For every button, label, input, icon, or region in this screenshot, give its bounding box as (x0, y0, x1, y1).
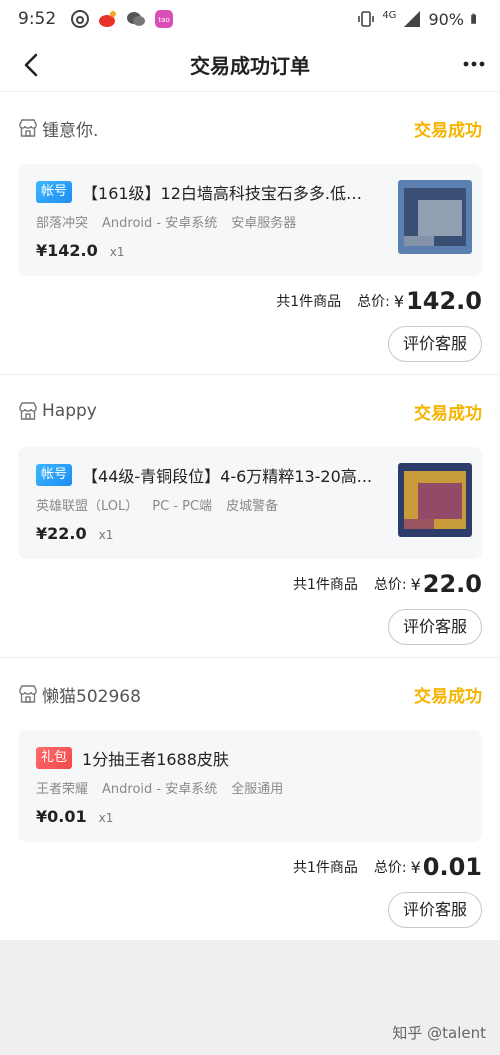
product-thumbnail[interactable] (398, 180, 472, 254)
page-title: 交易成功订单 (190, 54, 310, 78)
wechat-icon (127, 12, 146, 26)
server: 皮城警备 (226, 499, 279, 514)
total-price: 142.0 (406, 287, 482, 315)
shop-icon (19, 402, 37, 420)
platform: PC - PC端 (152, 499, 213, 514)
game-name: 王者荣耀 (36, 782, 89, 797)
battery-icon (471, 13, 476, 24)
product-type-tag: 帐号 (36, 181, 73, 203)
order-status: 交易成功 (414, 686, 482, 707)
order-actions: 评价客服 (18, 609, 482, 657)
product-card[interactable]: 帐号 【161级】12白墙高科技宝石多多.低价... 部落冲突 Android - 安… (18, 164, 482, 276)
signal-icon (404, 11, 421, 27)
total-currency: ¥ (410, 574, 421, 594)
total-currency: ¥ (393, 291, 405, 311)
taobao-icon: tao (155, 10, 174, 28)
product-quantity: x1 (109, 245, 125, 259)
item-count: 共1件商品 (292, 860, 358, 876)
order-item[interactable]: 懒猫502968 交易成功礼包 1分抽王者1688皮肤王者荣耀 Android - 安… (0, 657, 500, 940)
product-thumbnail[interactable] (398, 463, 472, 537)
product-card[interactable]: 礼包 1分抽王者1688皮肤王者荣耀 Android - 安卓系统 全服通用 ¥0.01… (18, 730, 482, 842)
order-header: Happy 交易成功 (18, 375, 482, 447)
game-name: 英雄联盟（LOL） (36, 499, 139, 514)
battery-level: 90% (428, 9, 464, 29)
product-title: 1分抽王者1688皮肤 (82, 750, 229, 769)
shop-name[interactable]: Happy (42, 401, 97, 421)
total-price: 22.0 (422, 570, 482, 598)
order-actions: 评价客服 (18, 892, 482, 940)
network-type: 4G (382, 9, 397, 21)
total-label: 总价: (373, 577, 407, 593)
shop-name[interactable]: 懒猫502968 (42, 682, 141, 707)
platform: Android - 安卓系统 (102, 782, 218, 797)
order-item[interactable]: Happy 交易成功帐号 【44级-青铜段位】4-6万精粹13-20高... 英雄联盟… (0, 374, 500, 657)
product-card[interactable]: 帐号 【44级-青铜段位】4-6万精粹13-20高... 英雄联盟（LOL） PC -… (18, 447, 482, 559)
product-type-tag: 帐号 (36, 464, 73, 486)
order-summary: 共1件商品 总价: ¥0.01 (18, 842, 482, 892)
product-price: ¥0.01 (36, 807, 87, 826)
product-title: 【161级】12白墙高科技宝石多多.低价... (82, 184, 375, 203)
order-item[interactable]: 锺意你. 交易成功帐号 【161级】12白墙高科技宝石多多.低价... 部落冲突 And… (0, 92, 500, 374)
total-label: 总价: (357, 294, 390, 310)
product-price: ¥142.0 (36, 241, 98, 260)
platform: Android - 安卓系统 (102, 216, 218, 231)
item-count: 共1件商品 (276, 294, 342, 310)
product-meta: 王者荣耀 Android - 安卓系统 全服通用 (36, 778, 462, 797)
order-header: 懒猫502968 交易成功 (18, 658, 482, 730)
item-count: 共1件商品 (292, 577, 358, 593)
game-name: 部落冲突 (36, 216, 89, 231)
product-quantity: x1 (98, 811, 114, 825)
svg-text:tao: tao (159, 16, 170, 24)
weibo-icon (99, 11, 117, 27)
notification-icons: tao (70, 9, 174, 29)
status-time: 9:52 (18, 9, 57, 29)
shop-icon (19, 119, 37, 137)
netease-music-icon (71, 10, 90, 28)
status-right: 4G 90% (356, 9, 482, 29)
rate-service-button[interactable]: 评价客服 (387, 326, 482, 362)
product-price: ¥22.0 (36, 524, 87, 543)
chevron-left-icon[interactable] (18, 51, 46, 79)
rate-service-button[interactable]: 评价客服 (387, 892, 482, 928)
order-list: 锺意你. 交易成功 帐号 【161级】12白墙高科技宝石多多.低价... 部落冲突 And… (0, 92, 500, 940)
order-summary: 共1件商品 总价: ¥142.0 (18, 276, 482, 326)
shop-icon (19, 685, 37, 703)
more-dots-icon[interactable] (462, 52, 486, 76)
total-price: 0.01 (422, 853, 482, 881)
rate-service-button[interactable]: 评价客服 (387, 609, 482, 645)
nav-bar: 交易成功订单 (0, 38, 500, 92)
status-bar: 9:52 tao 4G 90% (0, 0, 500, 38)
server: 安卓服务器 (231, 216, 297, 231)
total-label: 总价: (373, 860, 407, 876)
order-status: 交易成功 (414, 403, 482, 424)
vibrate-icon (358, 11, 375, 27)
order-status: 交易成功 (414, 120, 482, 141)
product-title: 【44级-青铜段位】4-6万精粹13-20高... (82, 467, 373, 486)
shop-name[interactable]: 锺意你. (42, 116, 98, 141)
watermark: 知乎 @talent (392, 1024, 486, 1042)
product-quantity: x1 (98, 528, 114, 542)
product-type-tag: 礼包 (36, 747, 73, 769)
server: 全服通用 (231, 782, 284, 797)
order-header: 锺意你. 交易成功 (18, 92, 482, 164)
order-summary: 共1件商品 总价: ¥22.0 (18, 559, 482, 609)
total-currency: ¥ (410, 857, 421, 877)
order-actions: 评价客服 (18, 326, 482, 374)
